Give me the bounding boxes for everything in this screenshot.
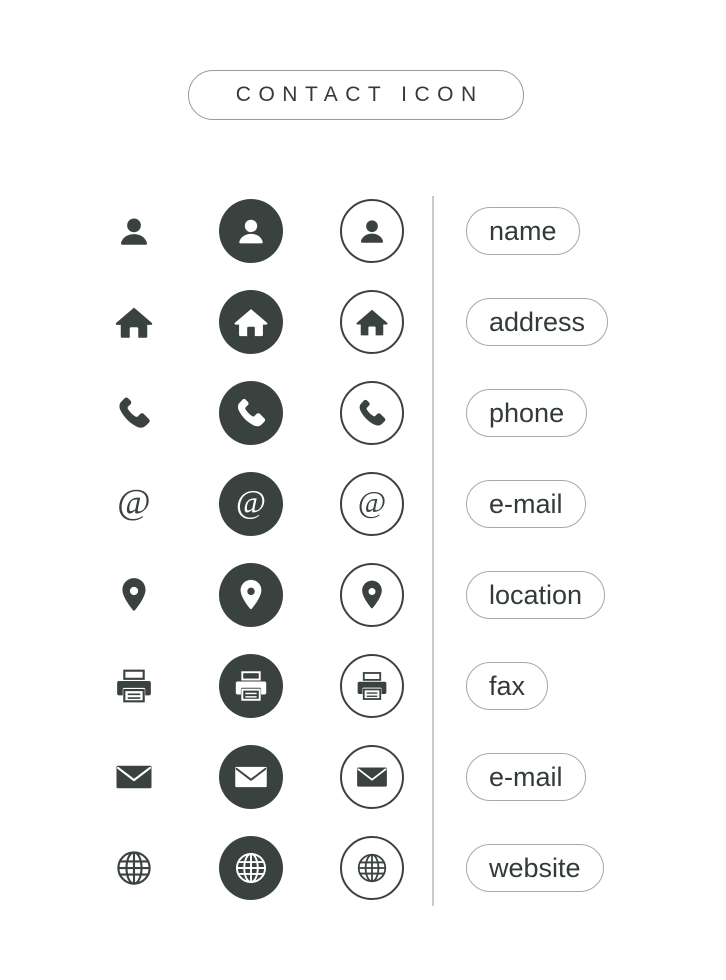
icon-cell-filled[interactable] <box>213 739 289 815</box>
icon-cell-plain[interactable] <box>96 830 172 906</box>
outlined-circle-badge <box>340 745 404 809</box>
person-icon <box>233 213 269 249</box>
icon-cell-plain[interactable] <box>96 375 172 451</box>
icon-row: @ @ @ e-mail <box>0 466 726 542</box>
icon-cell-filled[interactable] <box>213 557 289 633</box>
filled-circle-badge <box>219 745 283 809</box>
outlined-circle-badge <box>340 290 404 354</box>
outlined-circle-badge <box>340 836 404 900</box>
phone-icon <box>233 395 269 431</box>
envelope-icon <box>233 759 269 795</box>
filled-circle-badge <box>219 290 283 354</box>
icon-cell-plain[interactable]: @ <box>96 466 172 542</box>
label-pill[interactable]: website <box>466 844 604 892</box>
person-icon <box>355 214 389 248</box>
icon-row: address <box>0 284 726 360</box>
icon-cell-plain[interactable] <box>96 557 172 633</box>
icon-cell-filled[interactable]: @ <box>213 466 289 542</box>
label-text: e-mail <box>489 761 563 792</box>
svg-text:@: @ <box>358 487 386 519</box>
printer-icon <box>233 668 269 704</box>
location-icon <box>233 577 269 613</box>
icon-cell-filled[interactable] <box>213 193 289 269</box>
icon-sheet: CONTACT ICON name address phone @ @ @ e-mail lo… <box>0 0 726 980</box>
filled-circle-badge <box>219 563 283 627</box>
filled-circle-badge: @ <box>219 472 283 536</box>
icon-cell-outline[interactable] <box>334 193 410 269</box>
at-sign-icon: @ <box>233 486 269 522</box>
svg-text:@: @ <box>236 486 266 520</box>
outlined-circle-badge <box>340 654 404 718</box>
icon-cell-filled[interactable] <box>213 830 289 906</box>
label-pill[interactable]: address <box>466 298 609 346</box>
filled-circle-badge <box>219 199 283 263</box>
at-sign-icon: @ <box>355 487 389 521</box>
icon-cell-outline[interactable] <box>334 830 410 906</box>
label-text: e-mail <box>489 488 563 519</box>
icon-cell-outline[interactable] <box>334 739 410 815</box>
icon-cell-outline[interactable]: @ <box>334 466 410 542</box>
phone-icon <box>114 393 154 433</box>
icon-cell-outline[interactable] <box>334 284 410 360</box>
printer-icon <box>355 669 389 703</box>
icon-row: name <box>0 193 726 269</box>
icon-cell-filled[interactable] <box>213 375 289 451</box>
icon-cell-plain[interactable] <box>96 648 172 724</box>
home-icon <box>114 302 154 342</box>
icon-cell-outline[interactable] <box>334 375 410 451</box>
filled-circle-badge <box>219 654 283 718</box>
location-icon <box>114 575 154 615</box>
location-icon <box>355 578 389 612</box>
home-icon <box>355 305 389 339</box>
label-pill[interactable]: name <box>466 207 580 255</box>
home-icon <box>233 304 269 340</box>
at-sign-icon: @ <box>114 484 154 524</box>
svg-text:@: @ <box>117 484 150 521</box>
icon-cell-plain[interactable] <box>96 193 172 269</box>
icon-row: website <box>0 830 726 906</box>
icon-row: location <box>0 557 726 633</box>
outlined-circle-badge: @ <box>340 472 404 536</box>
icon-row: e-mail <box>0 739 726 815</box>
icon-cell-plain[interactable] <box>96 739 172 815</box>
icon-cell-outline[interactable] <box>334 557 410 633</box>
label-pill[interactable]: phone <box>466 389 588 437</box>
icon-row: phone <box>0 375 726 451</box>
envelope-icon <box>355 760 389 794</box>
outlined-circle-badge <box>340 381 404 445</box>
label-text: website <box>489 852 581 883</box>
label-text: name <box>489 215 557 246</box>
label-pill[interactable]: e-mail <box>466 480 586 528</box>
icon-cell-filled[interactable] <box>213 284 289 360</box>
printer-icon <box>114 666 154 706</box>
label-text: location <box>489 579 583 610</box>
phone-icon <box>355 396 389 430</box>
icon-cell-filled[interactable] <box>213 648 289 724</box>
globe-icon <box>114 848 154 888</box>
icon-cell-outline[interactable] <box>334 648 410 724</box>
label-pill[interactable]: fax <box>466 662 549 710</box>
icon-cell-plain[interactable] <box>96 284 172 360</box>
label-pill[interactable]: location <box>466 571 606 619</box>
globe-icon <box>233 850 269 886</box>
label-text: address <box>489 306 586 337</box>
label-text: phone <box>489 397 565 428</box>
filled-circle-badge <box>219 836 283 900</box>
envelope-icon <box>114 757 154 797</box>
icon-rows: name address phone @ @ @ e-mail location fax e-ma… <box>0 0 726 980</box>
outlined-circle-badge <box>340 199 404 263</box>
label-pill[interactable]: e-mail <box>466 753 586 801</box>
filled-circle-badge <box>219 381 283 445</box>
icon-row: fax <box>0 648 726 724</box>
person-icon <box>114 211 154 251</box>
label-text: fax <box>489 670 526 701</box>
outlined-circle-badge <box>340 563 404 627</box>
globe-icon <box>355 851 389 885</box>
